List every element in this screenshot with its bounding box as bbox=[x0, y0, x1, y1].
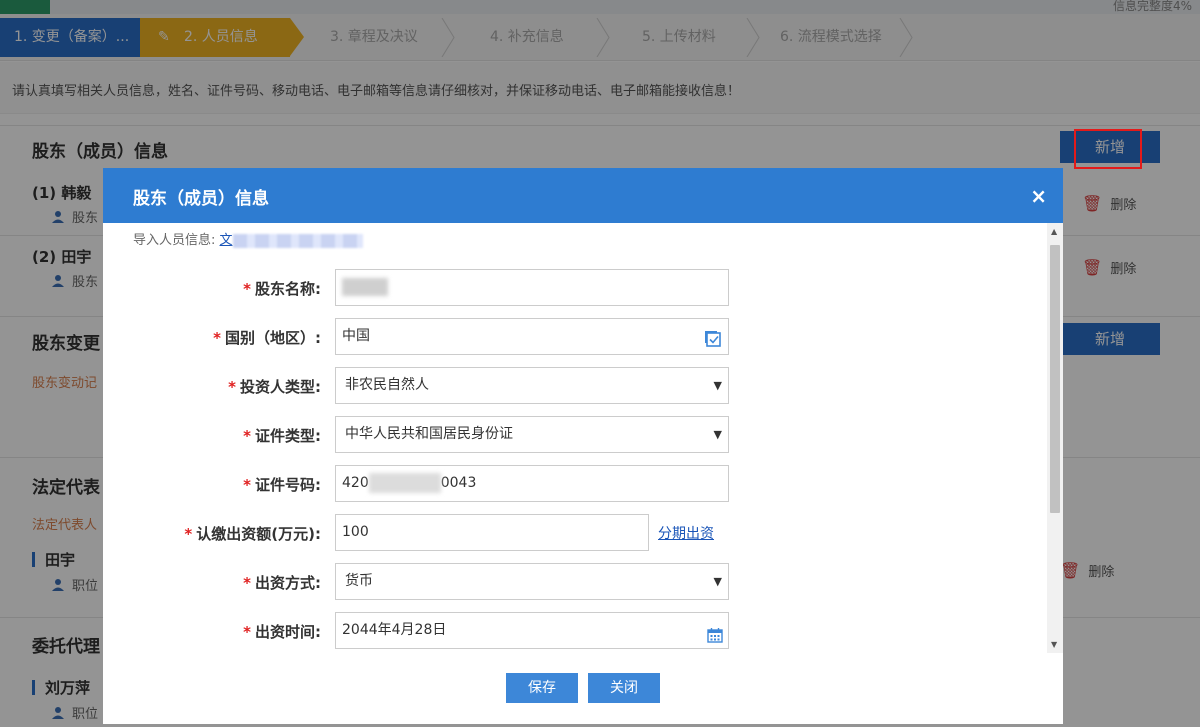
scroll-down-icon[interactable]: ▼ bbox=[1051, 640, 1057, 649]
dialog-body: 导入人员信息: 文 * 股东名称: * 国别（地区）: 中国 * 投资人类型: 非农民… bbox=[103, 223, 1048, 653]
dialog-title: 股东（成员）信息 bbox=[133, 189, 269, 209]
highlight-box-top bbox=[1074, 129, 1142, 169]
row-name: * 股东名称: bbox=[103, 269, 1048, 307]
close-icon[interactable]: × bbox=[1030, 184, 1047, 208]
id-number-input[interactable]: 420 0043 bbox=[335, 465, 729, 502]
id-type-label: * 证件类型: bbox=[243, 427, 321, 445]
row-investor-type: * 投资人类型: 非农民自然人 ▼ bbox=[103, 367, 1048, 405]
country-label: * 国别（地区）: bbox=[213, 329, 321, 347]
shareholder-dialog: 股东（成员）信息 × 导入人员信息: 文 * 股东名称: * 国别（地区）: 中国 … bbox=[103, 168, 1063, 724]
redacted-mask bbox=[368, 473, 441, 493]
import-label: 导入人员信息: bbox=[133, 233, 216, 248]
row-date: * 出资时间: 2044年4月28日 bbox=[103, 612, 1048, 650]
capital-input[interactable]: 100 bbox=[335, 514, 649, 551]
row-id-number: * 证件号码: 420 0043 bbox=[103, 465, 1048, 503]
dialog-scrollbar[interactable]: ▲ ▼ bbox=[1047, 223, 1063, 653]
import-link[interactable]: 文 bbox=[220, 233, 363, 248]
date-input[interactable]: 2044年4月28日 bbox=[335, 612, 729, 649]
row-method: * 出资方式: 货币 ▼ bbox=[103, 563, 1048, 601]
picker-icon[interactable] bbox=[704, 327, 722, 347]
scroll-up-icon[interactable]: ▲ bbox=[1051, 227, 1057, 236]
id-number-label: * 证件号码: bbox=[243, 476, 321, 494]
row-id-type: * 证件类型: 中华人民共和国居民身份证 ▼ bbox=[103, 416, 1048, 454]
redacted-mask bbox=[232, 233, 363, 248]
name-label: * 股东名称: bbox=[243, 280, 321, 298]
row-country: * 国别（地区）: 中国 bbox=[103, 318, 1048, 356]
date-label: * 出资时间: bbox=[243, 623, 321, 641]
dialog-footer: 保存 关闭 bbox=[103, 668, 1063, 708]
calendar-icon[interactable] bbox=[707, 622, 723, 643]
method-select[interactable]: 货币 ▼ bbox=[335, 563, 729, 600]
import-row: 导入人员信息: 文 bbox=[133, 229, 363, 248]
chevron-down-icon: ▼ bbox=[713, 379, 722, 392]
scrollbar-thumb[interactable] bbox=[1050, 245, 1060, 513]
id-type-select[interactable]: 中华人民共和国居民身份证 ▼ bbox=[335, 416, 729, 453]
investor-type-select[interactable]: 非农民自然人 ▼ bbox=[335, 367, 729, 404]
dialog-header: 股东（成员）信息 × bbox=[103, 168, 1063, 223]
capital-label: * 认缴出资额(万元): bbox=[184, 525, 321, 543]
method-label: * 出资方式: bbox=[243, 574, 321, 592]
close-button[interactable]: 关闭 bbox=[588, 673, 660, 703]
country-input[interactable]: 中国 bbox=[335, 318, 729, 355]
name-input[interactable] bbox=[335, 269, 729, 306]
investor-type-label: * 投资人类型: bbox=[228, 378, 321, 396]
row-capital: * 认缴出资额(万元): 100 分期出资 bbox=[103, 514, 1048, 552]
chevron-down-icon: ▼ bbox=[713, 428, 722, 441]
save-button[interactable]: 保存 bbox=[506, 673, 578, 703]
installment-link[interactable]: 分期出资 bbox=[658, 523, 714, 543]
redacted-mask bbox=[342, 278, 388, 296]
chevron-down-icon: ▼ bbox=[713, 575, 722, 588]
